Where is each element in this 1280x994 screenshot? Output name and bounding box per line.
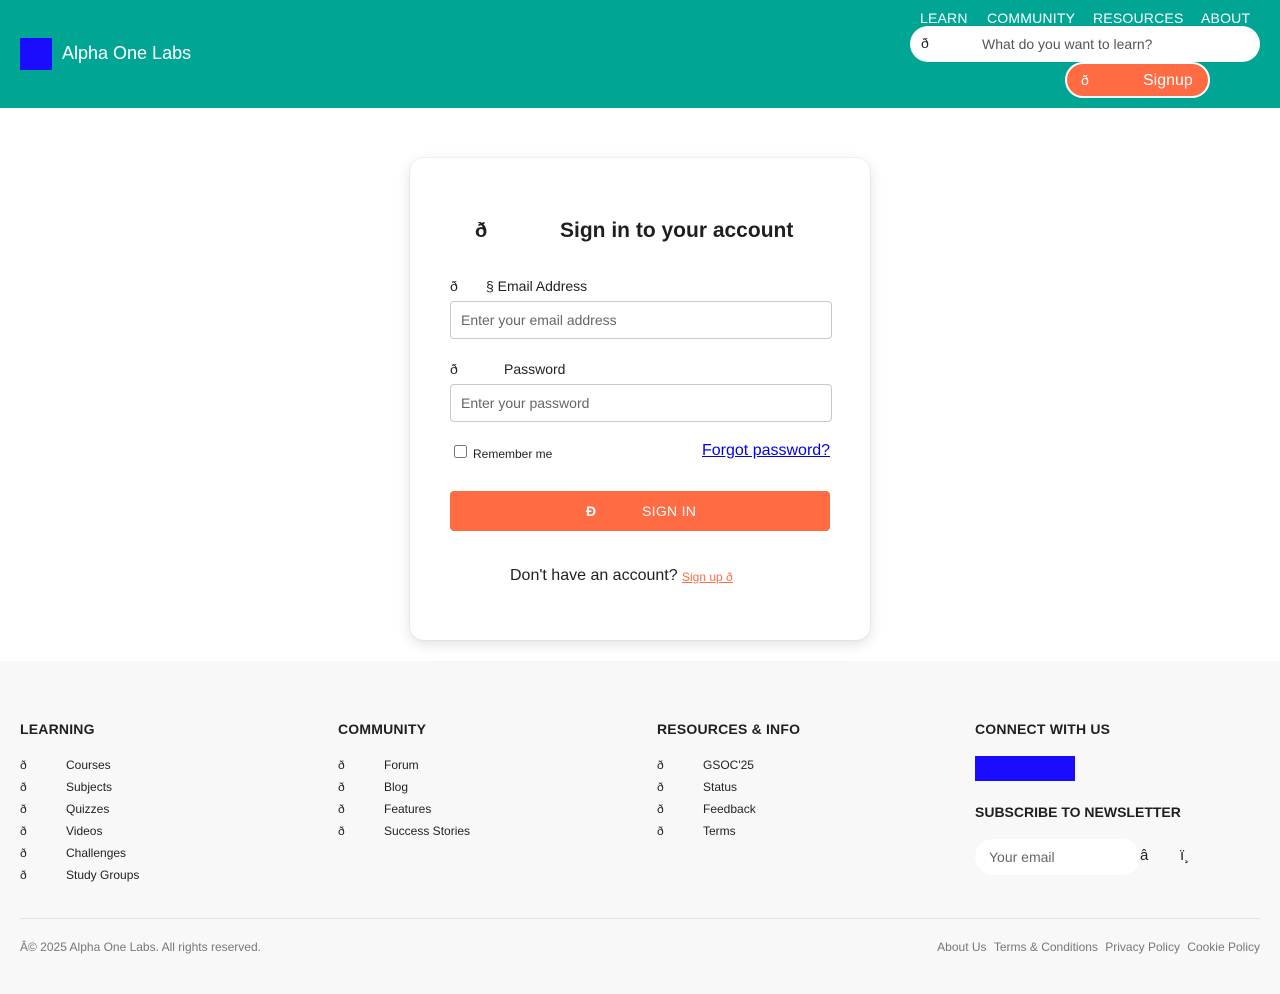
footer-link-label: Status xyxy=(703,780,738,794)
footer-link-label: Terms xyxy=(703,824,736,838)
email-icon: ð xyxy=(450,278,458,294)
sign-in-button[interactable]: Ð SIGN IN xyxy=(450,491,830,531)
sign-in-label: SIGN IN xyxy=(642,503,697,519)
footer-link-label: Study Groups xyxy=(66,868,140,882)
remember-me-checkbox[interactable] xyxy=(454,445,467,458)
login-card: ð Sign in to your account ð § Email Addr… xyxy=(410,158,870,640)
footer-link-label: Blog xyxy=(384,780,409,794)
blog-icon: ð xyxy=(338,780,345,794)
footer-learning-title: LEARNING xyxy=(20,721,95,737)
footer-community-title: COMMUNITY xyxy=(338,721,427,737)
footer-link-label: Quizzes xyxy=(66,802,110,816)
logo-icon[interactable] xyxy=(20,38,52,70)
no-account-text: Don't have an account? xyxy=(510,567,678,584)
challenges-icon: ð xyxy=(20,846,27,860)
footer-link-label: Feedback xyxy=(703,802,756,816)
footer-link-label: Features xyxy=(384,802,432,816)
forgot-password-link[interactable]: Forgot password? xyxy=(702,442,830,460)
copyright-text: Â© 2025 Alpha One Labs. All rights reser… xyxy=(20,940,261,954)
courses-icon: ð xyxy=(20,758,27,772)
site-footer: LEARNING ð Courses ð Subjects ð Quizzes ð Vi… xyxy=(0,661,1280,994)
password-label-text: Password xyxy=(504,361,566,377)
newsletter-extra-icon: ï¸ xyxy=(1180,847,1190,864)
nav-resources[interactable]: RESOURCES xyxy=(1093,10,1183,26)
search-input[interactable] xyxy=(970,32,1250,56)
nav-community[interactable]: COMMUNITY xyxy=(987,10,1075,26)
site-logo-text[interactable]: Alpha One Labs xyxy=(62,43,191,64)
signup-link[interactable]: Sign up ð xyxy=(682,570,769,584)
legal-link-cookie[interactable]: Cookie Policy xyxy=(1187,940,1260,954)
footer-link-label: Success Stories xyxy=(384,824,471,838)
password-icon: ð xyxy=(450,361,458,377)
status-icon: ð xyxy=(657,780,664,794)
email-field[interactable] xyxy=(450,301,832,339)
remember-me-label: Remember me xyxy=(473,447,553,461)
newsletter-title: SUBSCRIBE TO NEWSLETTER xyxy=(975,804,1181,820)
footer-link-label: Challenges xyxy=(66,846,127,860)
password-field[interactable] xyxy=(450,384,832,422)
footer-link-label: Courses xyxy=(66,758,111,772)
footer-link-label: GSOC'25 xyxy=(703,758,754,772)
videos-icon: ð xyxy=(20,824,27,838)
success-stories-icon: ð xyxy=(338,824,345,838)
footer-link-label: Forum xyxy=(384,758,419,772)
footer-link-label: Subjects xyxy=(66,780,113,794)
signup-icon: ð xyxy=(1081,72,1089,88)
login-title-icon: ð xyxy=(475,220,488,242)
search-icon[interactable]: ð xyxy=(921,35,929,51)
footer-resources-title: RESOURCES & INFO xyxy=(657,721,801,737)
email-label: ð § Email Address xyxy=(450,278,650,296)
gsoc-icon: ð xyxy=(657,758,664,772)
quizzes-icon: ð xyxy=(20,802,27,816)
newsletter-email-input[interactable] xyxy=(975,839,1140,875)
email-label-text: § Email Address xyxy=(486,278,588,294)
study-groups-icon: ð xyxy=(20,868,27,882)
features-icon: ð xyxy=(338,802,345,816)
search-box: ð xyxy=(910,26,1260,62)
footer-divider xyxy=(20,918,1260,919)
sign-in-icon: Ð xyxy=(586,503,597,519)
subjects-icon: ð xyxy=(20,780,27,794)
footer-connect-title: CONNECT WITH US xyxy=(975,721,1111,737)
nav-about[interactable]: ABOUT xyxy=(1201,10,1250,26)
login-title: Sign in to your account xyxy=(560,219,794,242)
terms-icon: ð xyxy=(657,824,664,838)
forum-icon: ð xyxy=(338,758,345,772)
footer-link-label: Videos xyxy=(66,824,103,838)
nav-learn[interactable]: LEARN xyxy=(920,10,968,26)
legal-links: About Us Terms & Conditions Privacy Poli… xyxy=(933,940,1260,954)
legal-link-privacy[interactable]: Privacy Policy xyxy=(1105,940,1180,954)
newsletter-submit-icon[interactable]: â xyxy=(1140,847,1148,864)
feedback-icon: ð xyxy=(657,802,664,816)
legal-link-about[interactable]: About Us xyxy=(937,940,986,954)
signup-label: Signup xyxy=(1143,72,1193,89)
legal-link-terms[interactable]: Terms & Conditions xyxy=(994,940,1098,954)
password-label: ð Password xyxy=(450,361,650,379)
signup-button[interactable]: ð Signup xyxy=(1065,62,1210,98)
social-links[interactable] xyxy=(975,756,1075,781)
site-header: Alpha One Labs LEARN COMMUNITY RESOURCES… xyxy=(0,0,1280,108)
